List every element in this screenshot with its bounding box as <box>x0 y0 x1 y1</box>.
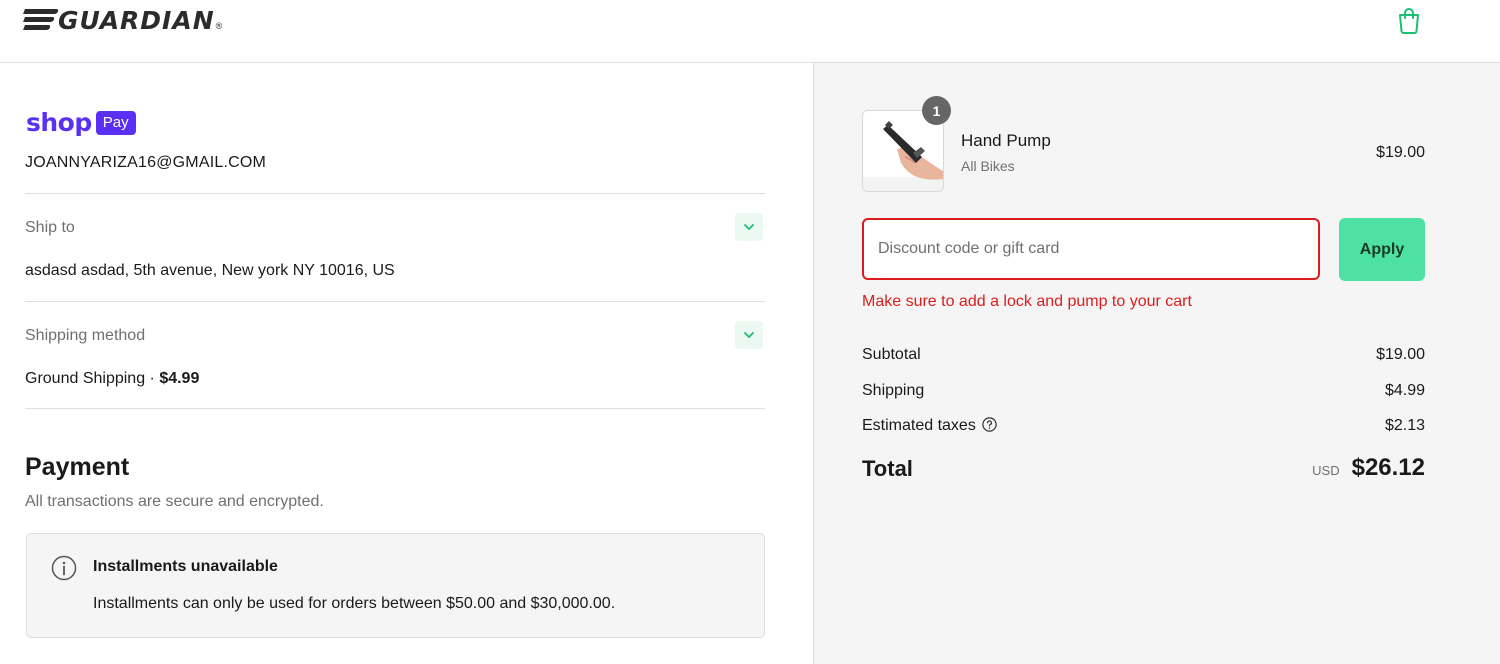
taxes-value: $2.13 <box>1384 417 1425 434</box>
shipping-method-name: Ground Shipping · <box>25 370 160 387</box>
discount-code-input[interactable] <box>862 218 1320 280</box>
shopping-bag-icon[interactable] <box>1396 6 1422 34</box>
taxes-label: Estimated taxes <box>862 417 976 434</box>
divider <box>25 301 765 302</box>
total-amount: USD $26.12 <box>1312 454 1425 482</box>
shop-pay-wordmark: shop <box>26 108 92 137</box>
product-name: Hand Pump <box>961 131 1051 150</box>
total-currency: USD <box>1312 463 1340 478</box>
total-label: Total <box>862 456 913 481</box>
divider <box>25 408 765 409</box>
taxes-label-row: Estimated taxes <box>862 417 997 435</box>
shipping-method-label: Shipping method <box>25 327 146 344</box>
checkout-main: shop Pay JOANNYARIZA16@GMAIL.COM Ship to… <box>0 63 813 664</box>
payment-heading: Payment <box>25 453 130 481</box>
apply-discount-button[interactable]: Apply <box>1339 218 1425 281</box>
installments-notice: Installments unavailable Installments ca… <box>26 533 765 638</box>
discount-error-message: Make sure to add a lock and pump to your… <box>862 293 1192 310</box>
account-email: JOANNYARIZA16@GMAIL.COM <box>25 154 267 171</box>
installments-title: Installments unavailable <box>93 558 278 575</box>
shipping-label: Shipping <box>862 382 925 399</box>
shipping-method-toggle[interactable] <box>735 321 763 349</box>
order-summary: 1 Hand Pump All Bikes $19.00 Apply Make … <box>813 63 1500 664</box>
subtotal-label: Subtotal <box>862 346 921 363</box>
guardian-logo[interactable]: GUARDIAN ® <box>23 5 223 35</box>
product-price: $19.00 <box>1376 144 1425 161</box>
question-circle-icon[interactable] <box>982 417 997 432</box>
chevron-down-icon <box>744 332 754 339</box>
quantity-badge: 1 <box>922 96 951 125</box>
ship-to-address: asdasd asdad, 5th avenue, New york NY 10… <box>25 262 395 279</box>
subtotal-value: $19.00 <box>1376 346 1425 363</box>
ship-to-toggle[interactable] <box>735 213 763 241</box>
registered-mark: ® <box>215 21 223 31</box>
product-variant: All Bikes <box>961 158 1015 174</box>
payment-subtitle: All transactions are secure and encrypte… <box>25 493 324 510</box>
site-header: GUARDIAN ® <box>0 0 1500 63</box>
info-icon <box>51 555 77 581</box>
shop-pay-badge: Pay <box>95 111 136 135</box>
shipping-value: $4.99 <box>1384 382 1425 399</box>
total-value: $26.12 <box>1351 454 1425 481</box>
divider <box>25 193 765 194</box>
logo-wordmark: GUARDIAN <box>58 5 215 35</box>
shipping-method-value: Ground Shipping · $4.99 <box>25 370 199 388</box>
shipping-method-price: $4.99 <box>159 370 200 387</box>
logo-wing-mark <box>23 8 62 32</box>
installments-text: Installments can only be used for orders… <box>93 595 616 612</box>
shop-pay-logo: shop Pay <box>26 109 136 137</box>
ship-to-label: Ship to <box>25 219 75 236</box>
chevron-down-icon <box>744 224 754 231</box>
